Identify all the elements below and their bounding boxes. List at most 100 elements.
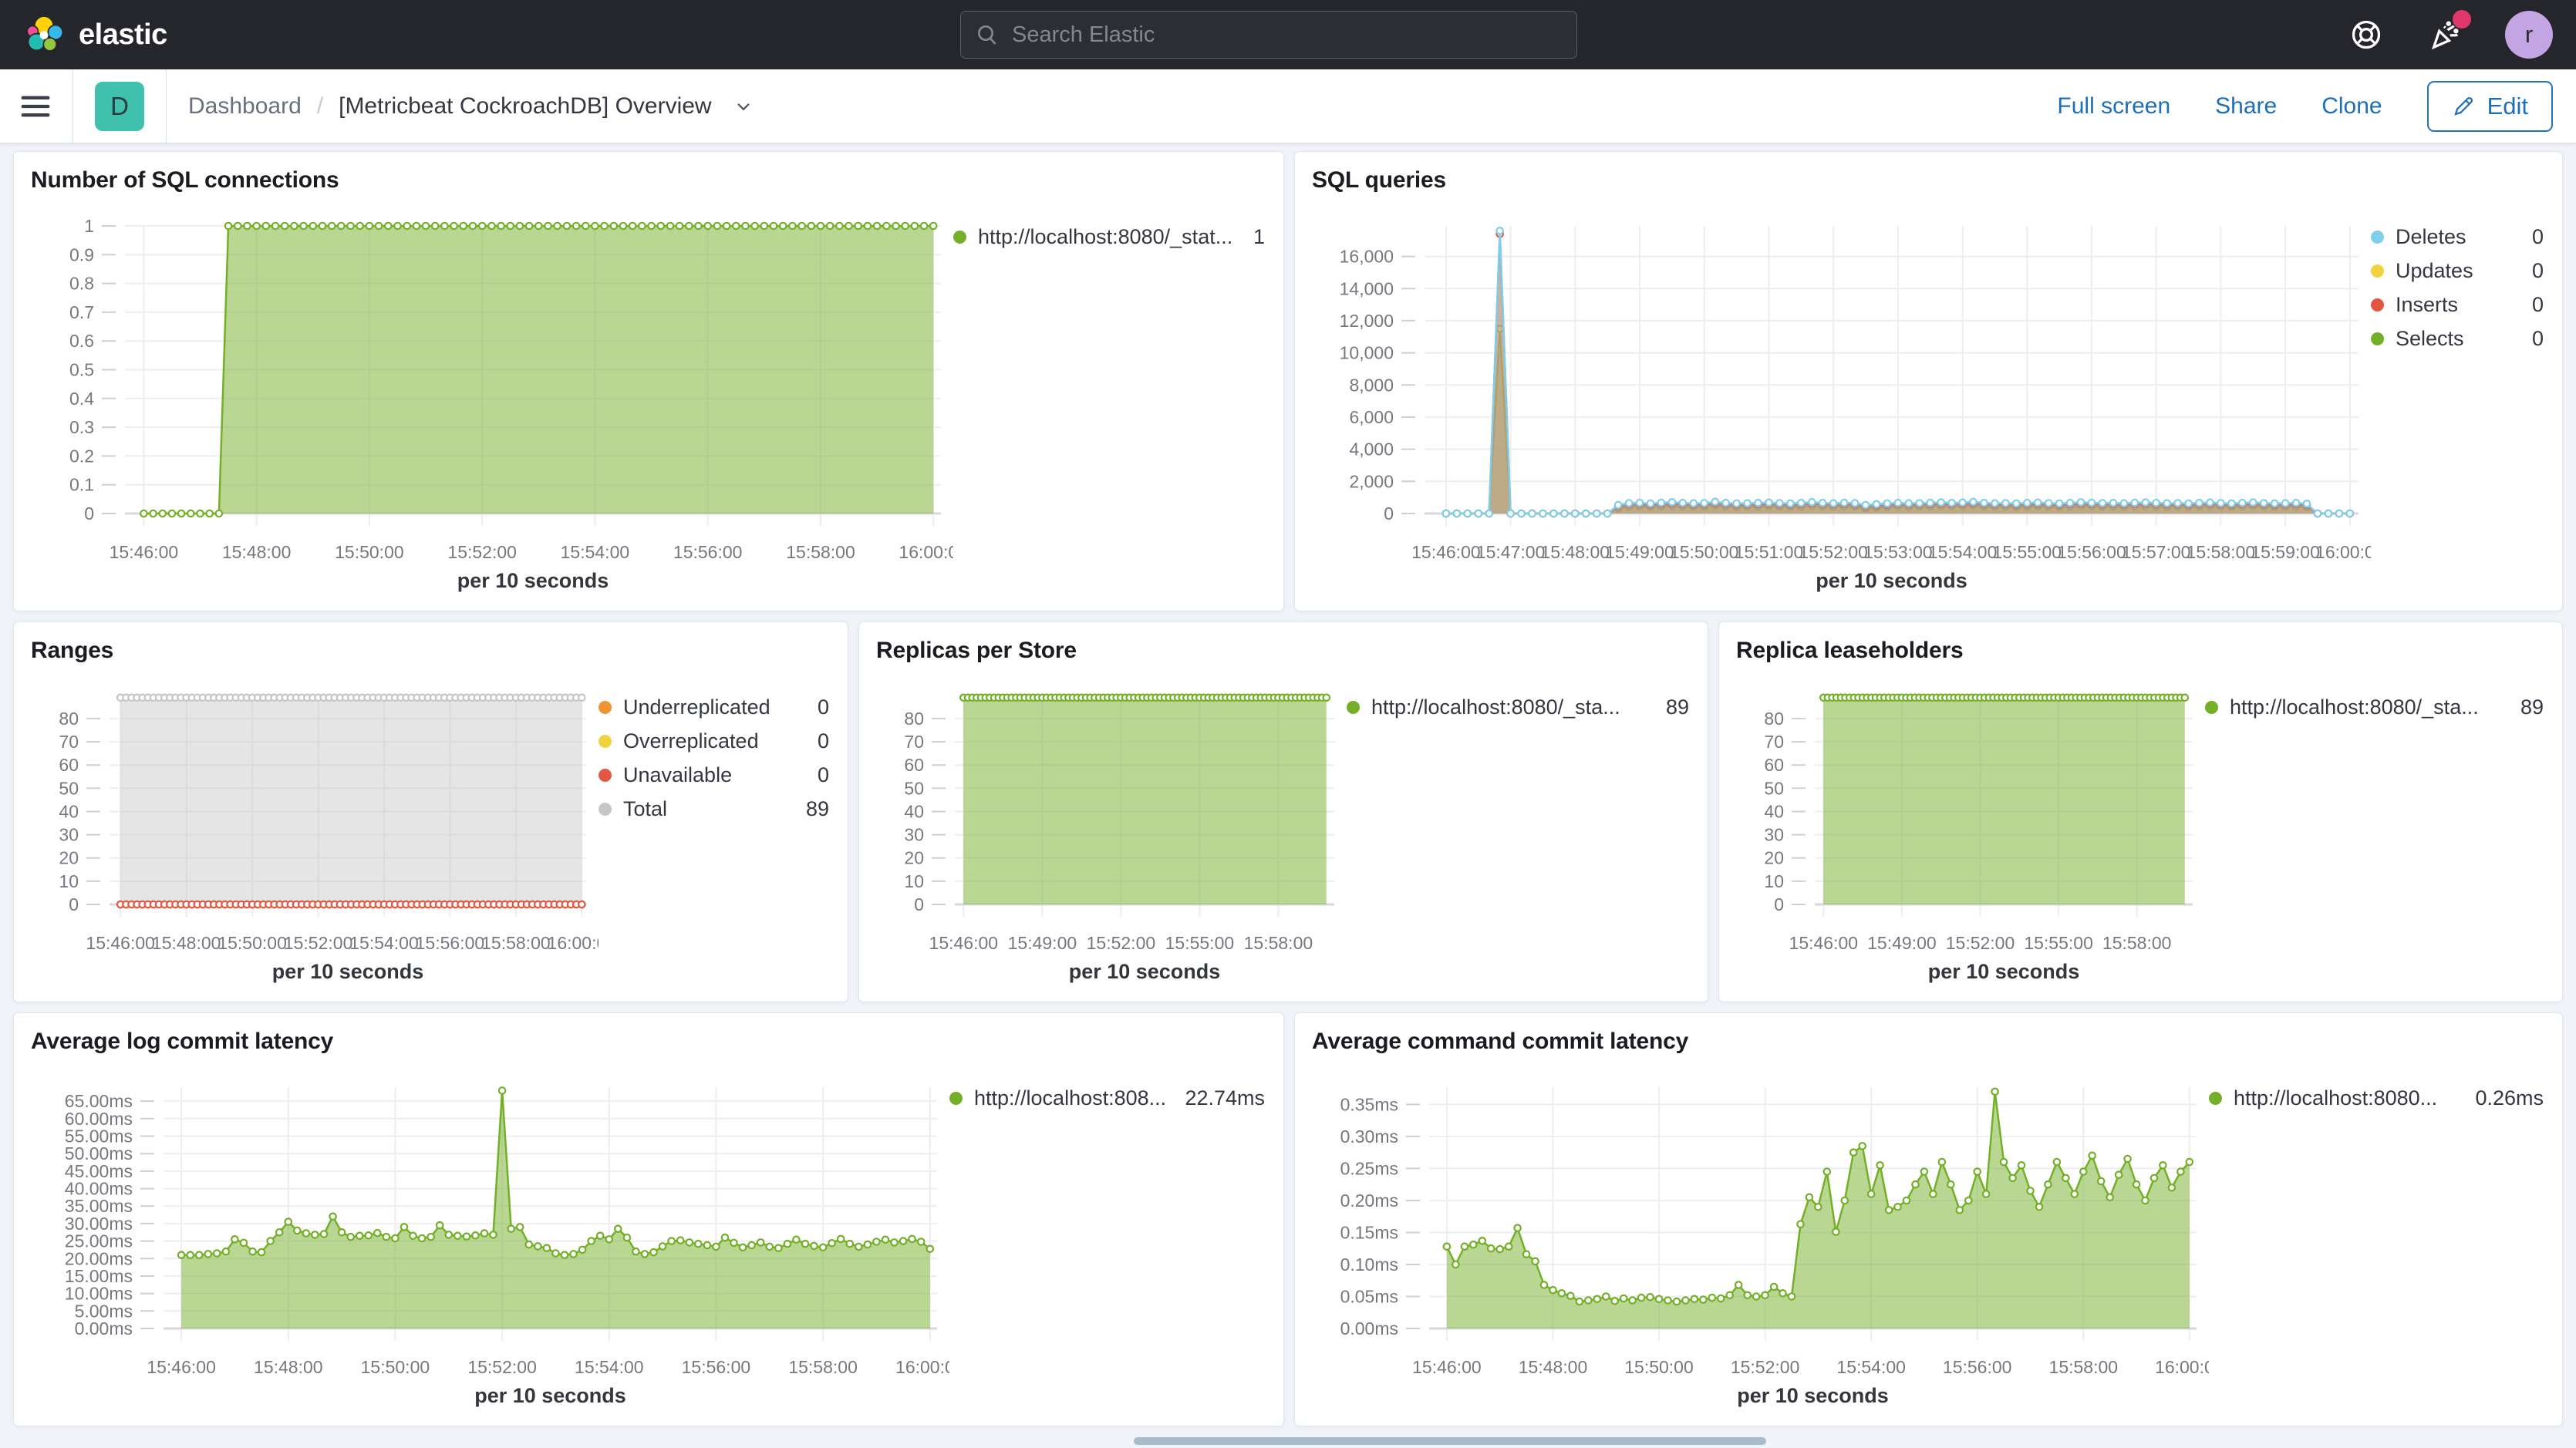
legend-value: 22.74ms xyxy=(1185,1086,1265,1110)
svg-text:per 10 seconds: per 10 seconds xyxy=(457,569,609,592)
chart-average-command-commit-latency[interactable]: 15:46:0015:48:0015:50:0015:52:0015:54:00… xyxy=(1309,1061,2209,1415)
panel-title: SQL queries xyxy=(1312,167,2548,194)
svg-text:16:00:00: 16:00:00 xyxy=(899,542,953,562)
global-header: elastic r xyxy=(0,0,2576,69)
chart-average-log-commit-latency[interactable]: 15:46:0015:48:0015:50:0015:52:0015:54:00… xyxy=(28,1061,949,1415)
legend-item[interactable]: http://localhost:808...22.74ms xyxy=(949,1081,1265,1115)
series-color-dot xyxy=(1347,701,1360,714)
svg-text:50: 50 xyxy=(1764,778,1784,798)
panel-sql-queries: SQL queries 15:46:0015:47:0015:48:0015:4… xyxy=(1294,151,2563,611)
news-feed-button[interactable] xyxy=(2426,16,2463,53)
legend-value: 89 xyxy=(806,797,829,821)
legend-value: 0 xyxy=(2532,293,2544,317)
user-avatar[interactable]: r xyxy=(2505,11,2553,59)
chart-sql-queries[interactable]: 15:46:0015:47:0015:48:0015:49:0015:50:00… xyxy=(1309,200,2371,600)
legend-item[interactable]: Deletes0 xyxy=(2371,220,2544,254)
legend-value: 89 xyxy=(2520,695,2544,719)
legend-item[interactable]: Unavailable0 xyxy=(598,758,829,792)
dashboard-listing-chevron[interactable] xyxy=(732,95,755,118)
clone-button[interactable]: Clone xyxy=(2321,93,2382,120)
svg-text:per 10 seconds: per 10 seconds xyxy=(1928,960,2080,983)
svg-text:20.00ms: 20.00ms xyxy=(65,1248,133,1268)
panel-replica-leaseholders: Replica leaseholders 15:46:0015:49:0015:… xyxy=(1718,621,2563,1002)
svg-text:15:46:00: 15:46:00 xyxy=(1412,1357,1482,1377)
help-button[interactable] xyxy=(2348,16,2385,53)
menu-hamburger-icon[interactable] xyxy=(20,94,51,119)
svg-text:0.4: 0.4 xyxy=(69,389,94,409)
horizontal-scrollbar-thumb[interactable] xyxy=(1134,1437,1766,1445)
edit-button[interactable]: Edit xyxy=(2427,81,2553,132)
legend-item[interactable]: Inserts0 xyxy=(2371,288,2544,322)
svg-text:per 10 seconds: per 10 seconds xyxy=(1816,569,1967,592)
svg-text:15:52:00: 15:52:00 xyxy=(284,933,353,953)
chart-legend: http://localhost:8080/_sta...89 xyxy=(1347,670,1694,991)
svg-text:15:56:00: 15:56:00 xyxy=(1943,1357,2012,1377)
svg-text:0: 0 xyxy=(69,894,79,914)
svg-text:16:00:00: 16:00:00 xyxy=(2315,542,2371,562)
legend-item[interactable]: http://localhost:8080/_stat...1 xyxy=(953,220,1265,254)
svg-text:15:54:00: 15:54:00 xyxy=(1836,1357,1906,1377)
svg-text:6,000: 6,000 xyxy=(1349,407,1394,427)
svg-text:40: 40 xyxy=(904,802,924,822)
legend-item[interactable]: http://localhost:8080/_sta...89 xyxy=(2205,690,2544,724)
panel-average-log-commit-latency: Average log commit latency 15:46:0015:48… xyxy=(13,1012,1284,1426)
full-screen-button[interactable]: Full screen xyxy=(2057,93,2170,120)
panel-title: Number of SQL connections xyxy=(31,167,1269,194)
panel-number-of-sql-connections: Number of SQL connections 15:46:0015:48:… xyxy=(13,151,1284,611)
svg-text:50: 50 xyxy=(59,778,79,798)
series-color-dot xyxy=(2371,332,2384,345)
svg-text:0.25ms: 0.25ms xyxy=(1340,1158,1398,1178)
svg-text:15:54:00: 15:54:00 xyxy=(561,542,630,562)
legend-label: Overreplicated xyxy=(623,729,801,753)
svg-text:4,000: 4,000 xyxy=(1349,439,1394,460)
svg-text:0.05ms: 0.05ms xyxy=(1340,1287,1398,1307)
svg-text:0.35ms: 0.35ms xyxy=(1340,1094,1398,1114)
help-lifering-icon xyxy=(2349,18,2383,52)
svg-text:15:54:00: 15:54:00 xyxy=(1928,542,1998,562)
panel-title: Average command commit latency xyxy=(1312,1029,2548,1055)
legend-item[interactable]: Underreplicated0 xyxy=(598,690,829,724)
dashboard-app-badge[interactable]: D xyxy=(95,82,144,131)
legend-label: Deletes xyxy=(2396,225,2515,249)
svg-text:15:48:00: 15:48:00 xyxy=(254,1357,323,1377)
search-input[interactable] xyxy=(1012,22,1563,48)
svg-text:15:50:00: 15:50:00 xyxy=(1624,1357,1694,1377)
svg-text:60: 60 xyxy=(59,755,79,775)
svg-text:15:46:00: 15:46:00 xyxy=(1789,933,1859,953)
pencil-icon xyxy=(2452,95,2475,118)
svg-text:0.00ms: 0.00ms xyxy=(75,1318,133,1339)
legend-item[interactable]: Selects0 xyxy=(2371,322,2544,355)
chart-legend: Deletes0Updates0Inserts0Selects0 xyxy=(2371,200,2548,600)
svg-text:15:53:00: 15:53:00 xyxy=(1863,542,1933,562)
chart-legend: http://localhost:8080/_sta...89 xyxy=(2205,670,2548,991)
legend-item[interactable]: http://localhost:8080/_sta...89 xyxy=(1347,690,1689,724)
svg-text:20: 20 xyxy=(59,848,79,868)
chart-replica-leaseholders[interactable]: 15:46:0015:49:0015:52:0015:55:0015:58:00… xyxy=(1733,670,2205,991)
svg-text:15:58:00: 15:58:00 xyxy=(788,1357,858,1377)
share-button[interactable]: Share xyxy=(2215,93,2277,120)
breadcrumb-dashboard-link[interactable]: Dashboard xyxy=(188,93,302,120)
legend-value: 0 xyxy=(818,695,829,719)
divider xyxy=(72,69,73,143)
legend-item[interactable]: http://localhost:8080...0.26ms xyxy=(2209,1081,2544,1115)
legend-item[interactable]: Updates0 xyxy=(2371,254,2544,288)
chart-number-of-sql-connections[interactable]: 15:46:0015:48:0015:50:0015:52:0015:54:00… xyxy=(28,200,953,600)
svg-text:15:48:00: 15:48:00 xyxy=(1541,542,1610,562)
svg-text:70: 70 xyxy=(1764,732,1784,752)
edit-button-label: Edit xyxy=(2487,93,2528,120)
elastic-home-link[interactable]: elastic xyxy=(23,14,167,56)
global-search[interactable] xyxy=(960,11,1577,59)
svg-text:20: 20 xyxy=(904,848,924,868)
svg-text:15:52:00: 15:52:00 xyxy=(467,1357,537,1377)
chart-replicas-per-store[interactable]: 15:46:0015:49:0015:52:0015:55:0015:58:00… xyxy=(873,670,1347,991)
svg-text:0: 0 xyxy=(84,503,94,524)
svg-text:20: 20 xyxy=(1764,848,1784,868)
svg-text:per 10 seconds: per 10 seconds xyxy=(272,960,424,983)
chart-ranges[interactable]: 15:46:0015:48:0015:50:0015:52:0015:54:00… xyxy=(28,670,598,991)
legend-item[interactable]: Total89 xyxy=(598,792,829,826)
legend-item[interactable]: Overreplicated0 xyxy=(598,724,829,758)
panel-title: Replica leaseholders xyxy=(1736,638,2548,664)
chart-legend: http://localhost:8080/_stat...1 xyxy=(953,200,1269,600)
legend-value: 1 xyxy=(1253,225,1265,249)
svg-text:15:59:00: 15:59:00 xyxy=(2251,542,2320,562)
